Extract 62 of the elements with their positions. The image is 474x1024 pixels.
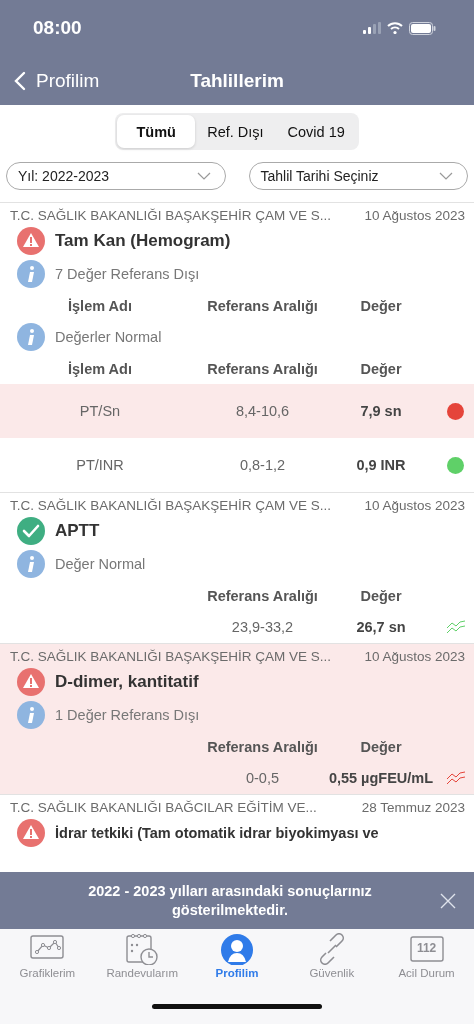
- result-value: 0,55 µgFEU/mL: [328, 770, 434, 786]
- test-title: Tam Kan (Hemogram): [55, 231, 231, 251]
- column-header: Referans Aralığı: [207, 297, 318, 314]
- tab-bar-item[interactable]: Profilim: [192, 933, 282, 989]
- reference-range: 8,4-10,6: [235, 403, 290, 419]
- result-date: 28 Temmuz 2023: [361, 800, 465, 815]
- test-title: İdrar tetkiki (Tam otomatik idrar biyokimyası ve: [55, 825, 379, 841]
- close-icon: [440, 892, 456, 909]
- info-icon: [17, 260, 45, 288]
- calendar-clock-icon: [124, 933, 161, 965]
- test-name: PT/Sn: [79, 403, 121, 419]
- column-header: İşlem Adı: [68, 360, 132, 377]
- info-icon: [17, 323, 45, 351]
- test-name: PT/INR: [76, 457, 124, 473]
- result-value: 0,9 INR: [356, 457, 406, 473]
- reference-range: 23,9-33,2: [231, 619, 294, 635]
- reference-range: 0-0,5: [245, 770, 280, 786]
- column-header: Değer: [360, 587, 402, 604]
- test-title: D-dimer, kantitatif: [55, 672, 199, 692]
- column-header: İşlem Adı: [68, 297, 132, 314]
- chevron-down-icon: [196, 172, 211, 180]
- segment-tab[interactable]: Covid 19: [275, 115, 357, 148]
- chevron-left-icon: [14, 70, 26, 91]
- info-text: Değer Normal: [55, 556, 146, 572]
- result-card[interactable]: T.C. SAĞLIK BAKANLIĞI BAŞAKŞEHİR ÇAM VE S... 10 Ağustos 2023 D-dimer, kantitatif 1 Değer Referans Dışı Referans Aralığı Değer 0-0,5 0,55 µgFEU/mL: [0, 643, 474, 794]
- chevron-down-icon: [439, 172, 453, 180]
- status-time: 08:00: [33, 17, 82, 39]
- info-text: 7 Değer Referans Dışı: [55, 266, 200, 282]
- column-header: Değer: [360, 297, 402, 314]
- signal-icon: [363, 22, 381, 34]
- column-header: Referans Aralığı: [207, 738, 318, 755]
- battery-icon: [409, 21, 436, 35]
- column-header: Referans Aralığı: [207, 587, 318, 604]
- emergency-number: 112: [415, 942, 438, 954]
- emergency-number-icon: [408, 933, 445, 965]
- info-text: Değerler Normal: [55, 329, 162, 345]
- result-card[interactable]: T.C. SAĞLIK BAKANLIĞI BAĞCILAR EĞİTİM VE... 28 Temmuz 2023 İdrar tetkiki (Tam otomatik idrar biyokimyası ve: [0, 794, 474, 847]
- result-date: 10 Ağustos 2023: [364, 498, 465, 513]
- close-button[interactable]: [440, 892, 456, 909]
- wifi-icon: [387, 22, 403, 34]
- notice-text: 2022 - 2023 yılları arasındaki sonuçlarınız gösterilmektedir.: [87, 881, 373, 920]
- hospital-name: T.C. SAĞLIK BAKANLIĞI BAŞAKŞEHİR ÇAM VE S...: [10, 498, 332, 513]
- reference-range: 0,8-1,2: [239, 457, 286, 473]
- result-date: 10 Ağustos 2023: [364, 649, 465, 664]
- hospital-name: T.C. SAĞLIK BAKANLIĞI BAŞAKŞEHİR ÇAM VE S...: [10, 649, 332, 664]
- info-icon: [17, 701, 45, 729]
- screen-title: Tahlillerim: [189, 69, 285, 92]
- result-date: 10 Ağustos 2023: [364, 208, 465, 223]
- info-icon: [17, 550, 45, 578]
- segment-tab[interactable]: Ref. Dışı: [195, 115, 276, 148]
- column-header: Değer: [360, 360, 402, 377]
- back-button[interactable]: Profilim: [14, 69, 100, 92]
- person-icon: [219, 933, 255, 965]
- result-value: 26,7 sn: [356, 619, 406, 635]
- info-text: 1 Değer Referans Dışı: [55, 707, 200, 723]
- hospital-name: T.C. SAĞLIK BAKANLIĞI BAŞAKŞEHİR ÇAM VE S...: [10, 208, 332, 223]
- result-value: 7,9 sn: [360, 403, 402, 419]
- segment-tab[interactable]: Tümü: [117, 115, 196, 148]
- column-header: Değer: [360, 738, 402, 755]
- test-title: APTT: [55, 521, 100, 541]
- hospital-name: T.C. SAĞLIK BAKANLIĞI BAĞCILAR EĞİTİM VE...: [10, 800, 317, 815]
- column-header: Referans Aralığı: [207, 360, 318, 377]
